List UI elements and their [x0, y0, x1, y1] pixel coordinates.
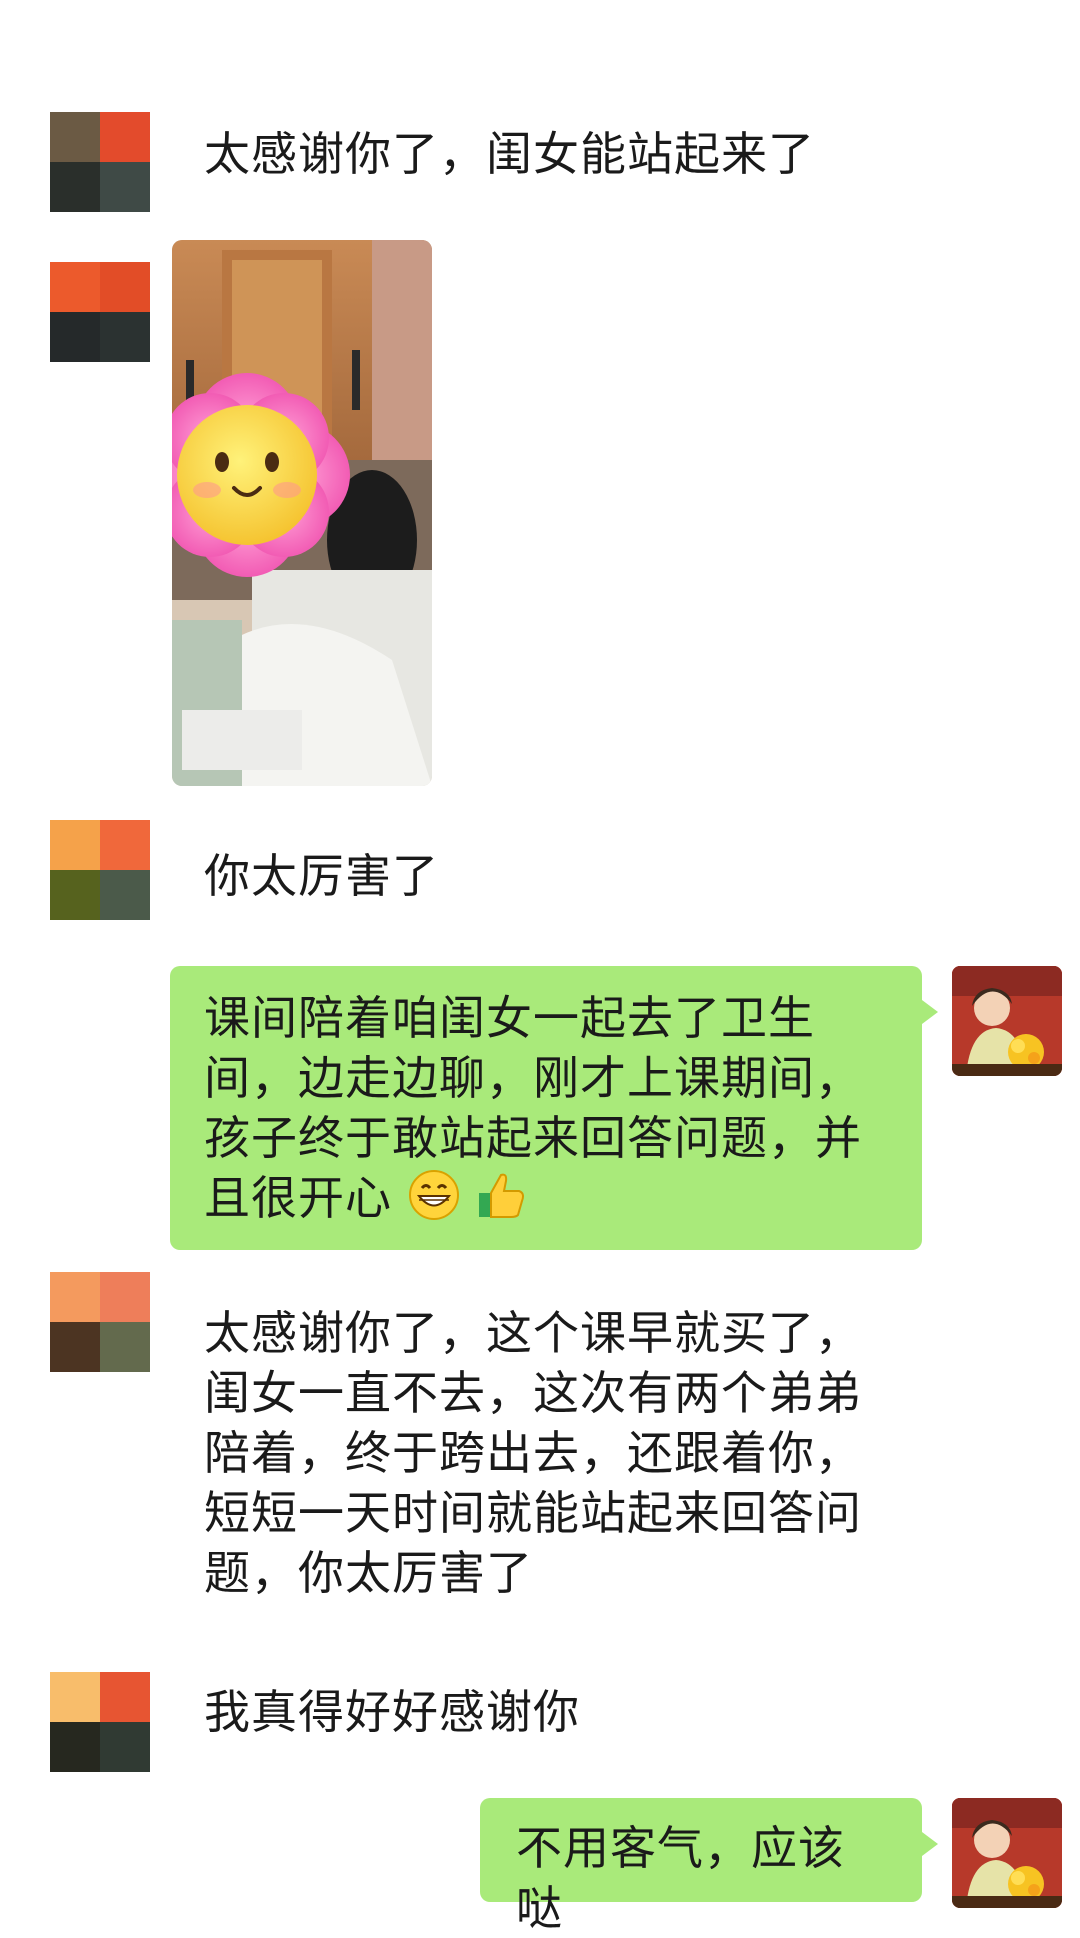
- sent-message-bubble[interactable]: 课间陪着咱闺女一起去了卫生间，边走边聊，刚才上课期间，孩子终于敢站起来回答问题，…: [170, 966, 938, 1250]
- user-photo-icon: [952, 966, 1062, 1076]
- photo-thumbnail: [172, 240, 432, 786]
- message-text[interactable]: 太感谢你了，这个课早就买了，闺女一直不去，这次有两个弟弟陪着，终于跨出去，还跟着…: [204, 1303, 904, 1603]
- contact-avatar[interactable]: [50, 1672, 150, 1772]
- image-message[interactable]: [172, 240, 432, 786]
- contact-avatar[interactable]: [50, 1272, 150, 1372]
- message-text: 不用客气，应该哒: [516, 1821, 845, 1935]
- self-avatar[interactable]: [952, 966, 1062, 1076]
- message-text: 课间陪着咱闺女一起去了卫生间，边走边聊，刚才上课期间，孩子终于敢站起来回答问题，…: [204, 991, 862, 1225]
- grin-icon: [408, 1169, 460, 1235]
- message-text[interactable]: 你太厉害了: [204, 846, 964, 906]
- contact-avatar[interactable]: [50, 112, 150, 212]
- sent-message-bubble[interactable]: 不用客气，应该哒: [480, 1798, 938, 1935]
- thumbs-up-icon: [475, 1169, 527, 1235]
- message-text[interactable]: 太感谢你了，闺女能站起来了: [204, 124, 964, 184]
- contact-avatar[interactable]: [50, 262, 150, 362]
- message-text[interactable]: 我真得好好感谢你: [204, 1682, 964, 1742]
- self-avatar[interactable]: [952, 1798, 1062, 1908]
- user-photo-icon: [952, 1798, 1062, 1908]
- contact-avatar[interactable]: [50, 820, 150, 920]
